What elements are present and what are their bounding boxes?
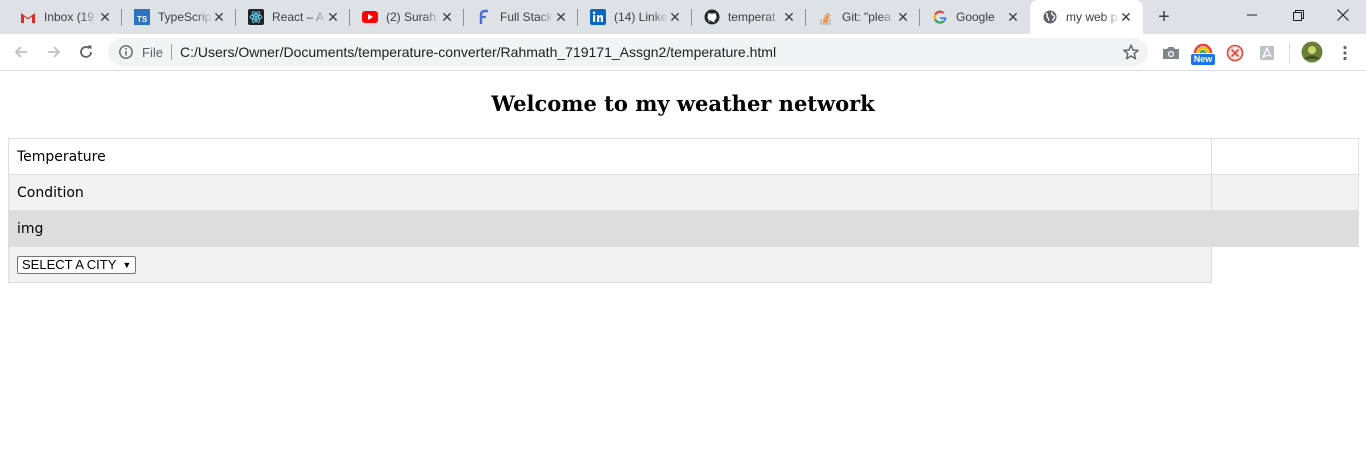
table-row-img: img	[8, 210, 1359, 247]
tab-youtube[interactable]: (2) Surah ✕	[350, 0, 464, 34]
city-select[interactable]: SELECT A CITY ▼	[17, 255, 137, 274]
tab-my-web-page[interactable]: my web p ✕	[1030, 0, 1143, 34]
linkedin-icon	[590, 9, 606, 25]
tab-title: TypeScrip	[158, 10, 212, 24]
restore-button[interactable]	[1275, 0, 1321, 30]
pdf-icon	[1260, 46, 1274, 60]
blocker-extension-button[interactable]	[1225, 43, 1245, 63]
omnibox-divider	[171, 44, 172, 60]
back-arrow-icon	[14, 46, 27, 58]
forward-button[interactable]	[42, 40, 66, 64]
tab-github[interactable]: temperat ✕	[692, 0, 806, 34]
reload-icon	[80, 45, 92, 58]
star-icon[interactable]	[1122, 43, 1140, 61]
close-icon[interactable]: ✕	[210, 8, 228, 26]
profile-avatar[interactable]	[1301, 41, 1323, 63]
extension-badge: New	[1191, 54, 1215, 65]
city-select-value: SELECT A CITY	[22, 257, 117, 272]
camera-icon	[1163, 47, 1179, 59]
info-icon[interactable]	[118, 44, 134, 60]
svg-text:TS: TS	[137, 15, 148, 24]
dropdown-arrow-icon: ▼	[122, 259, 132, 270]
gmail-icon	[20, 9, 36, 25]
empty-cell	[1211, 246, 1359, 283]
weather-table: Temperature Condition img SELECT A CITY …	[8, 138, 1359, 283]
select-cell: SELECT A CITY ▼	[8, 246, 1212, 283]
forward-arrow-icon	[48, 46, 61, 58]
back-button[interactable]	[9, 40, 33, 64]
tab-title: my web p	[1066, 10, 1118, 24]
tab-google[interactable]: Google ✕	[920, 0, 1030, 34]
google-icon	[932, 9, 948, 25]
github-icon	[704, 9, 720, 25]
table-row-select: SELECT A CITY ▼	[8, 246, 1359, 283]
close-icon[interactable]: ✕	[780, 8, 798, 26]
temperature-label: Temperature	[8, 138, 1212, 175]
tab-title: Inbox (19	[44, 10, 95, 24]
tab-gmail[interactable]: Inbox (19 ✕	[8, 0, 122, 34]
url-text[interactable]: C:/Users/Owner/Documents/temperature-con…	[180, 44, 776, 60]
more-vertical-icon	[1343, 45, 1347, 61]
browser-toolbar: File C:/Users/Owner/Documents/temperatur…	[0, 34, 1366, 71]
fullstack-icon	[476, 9, 492, 25]
close-window-icon	[1337, 9, 1349, 21]
close-icon[interactable]: ✕	[1117, 8, 1135, 26]
react-icon	[248, 9, 264, 25]
close-icon[interactable]: ✕	[96, 8, 114, 26]
tab-fullstack[interactable]: Full Stack ✕	[464, 0, 578, 34]
camera-extension-button[interactable]	[1161, 43, 1181, 63]
condition-value	[1211, 174, 1359, 211]
tab-react[interactable]: React – A ✕	[236, 0, 350, 34]
page-title: Welcome to my weather network	[491, 91, 875, 116]
close-icon[interactable]: ✕	[894, 8, 912, 26]
reload-button[interactable]	[74, 40, 98, 64]
temperature-value	[1211, 138, 1359, 175]
tab-title: React – A	[272, 10, 325, 24]
menu-button[interactable]	[1335, 43, 1355, 63]
tab-title: Google	[956, 10, 995, 24]
scheme-label: File	[142, 45, 163, 60]
minimize-icon	[1247, 14, 1257, 16]
restore-icon	[1292, 9, 1304, 21]
tab-typescript[interactable]: TS TypeScrip ✕	[122, 0, 236, 34]
tab-strip: Inbox (19 ✕ TS TypeScrip ✕ React – A ✕ (…	[0, 0, 1366, 34]
img-label: img	[8, 210, 1359, 247]
table-row-condition: Condition	[8, 174, 1359, 211]
avatar-icon	[1301, 41, 1323, 63]
close-window-button[interactable]	[1320, 0, 1366, 30]
youtube-icon	[362, 9, 378, 25]
tab-title: Git: "plea	[842, 10, 891, 24]
condition-label: Condition	[8, 174, 1212, 211]
close-icon[interactable]: ✕	[552, 8, 570, 26]
tab-linkedin[interactable]: (14) Linke ✕	[578, 0, 692, 34]
page-content: Welcome to my weather network Temperatur…	[0, 72, 1366, 473]
table-row-temperature: Temperature	[8, 138, 1359, 175]
minimize-button[interactable]	[1229, 0, 1275, 30]
address-bar[interactable]: File C:/Users/Owner/Documents/temperatur…	[108, 38, 1148, 66]
tab-title: temperat	[728, 10, 776, 24]
globe-icon	[1042, 9, 1058, 25]
new-tab-button[interactable]: +	[1153, 6, 1175, 28]
pdf-extension-button[interactable]	[1257, 43, 1277, 63]
close-icon[interactable]: ✕	[438, 8, 456, 26]
tab-title: (14) Linke	[614, 10, 668, 24]
close-icon[interactable]: ✕	[1004, 8, 1022, 26]
toolbar-divider	[1289, 43, 1290, 63]
new-extension-button[interactable]: New	[1191, 40, 1215, 66]
close-icon[interactable]: ✕	[666, 8, 684, 26]
close-icon[interactable]: ✕	[324, 8, 342, 26]
typescript-icon: TS	[134, 9, 150, 25]
tab-title: Full Stack	[500, 10, 553, 24]
tab-title: (2) Surah	[386, 10, 437, 24]
stackoverflow-icon	[818, 9, 834, 25]
rainbow-extension-icon	[1193, 43, 1213, 54]
blocker-icon	[1226, 44, 1244, 62]
tab-stackoverflow[interactable]: Git: "plea ✕	[806, 0, 920, 34]
